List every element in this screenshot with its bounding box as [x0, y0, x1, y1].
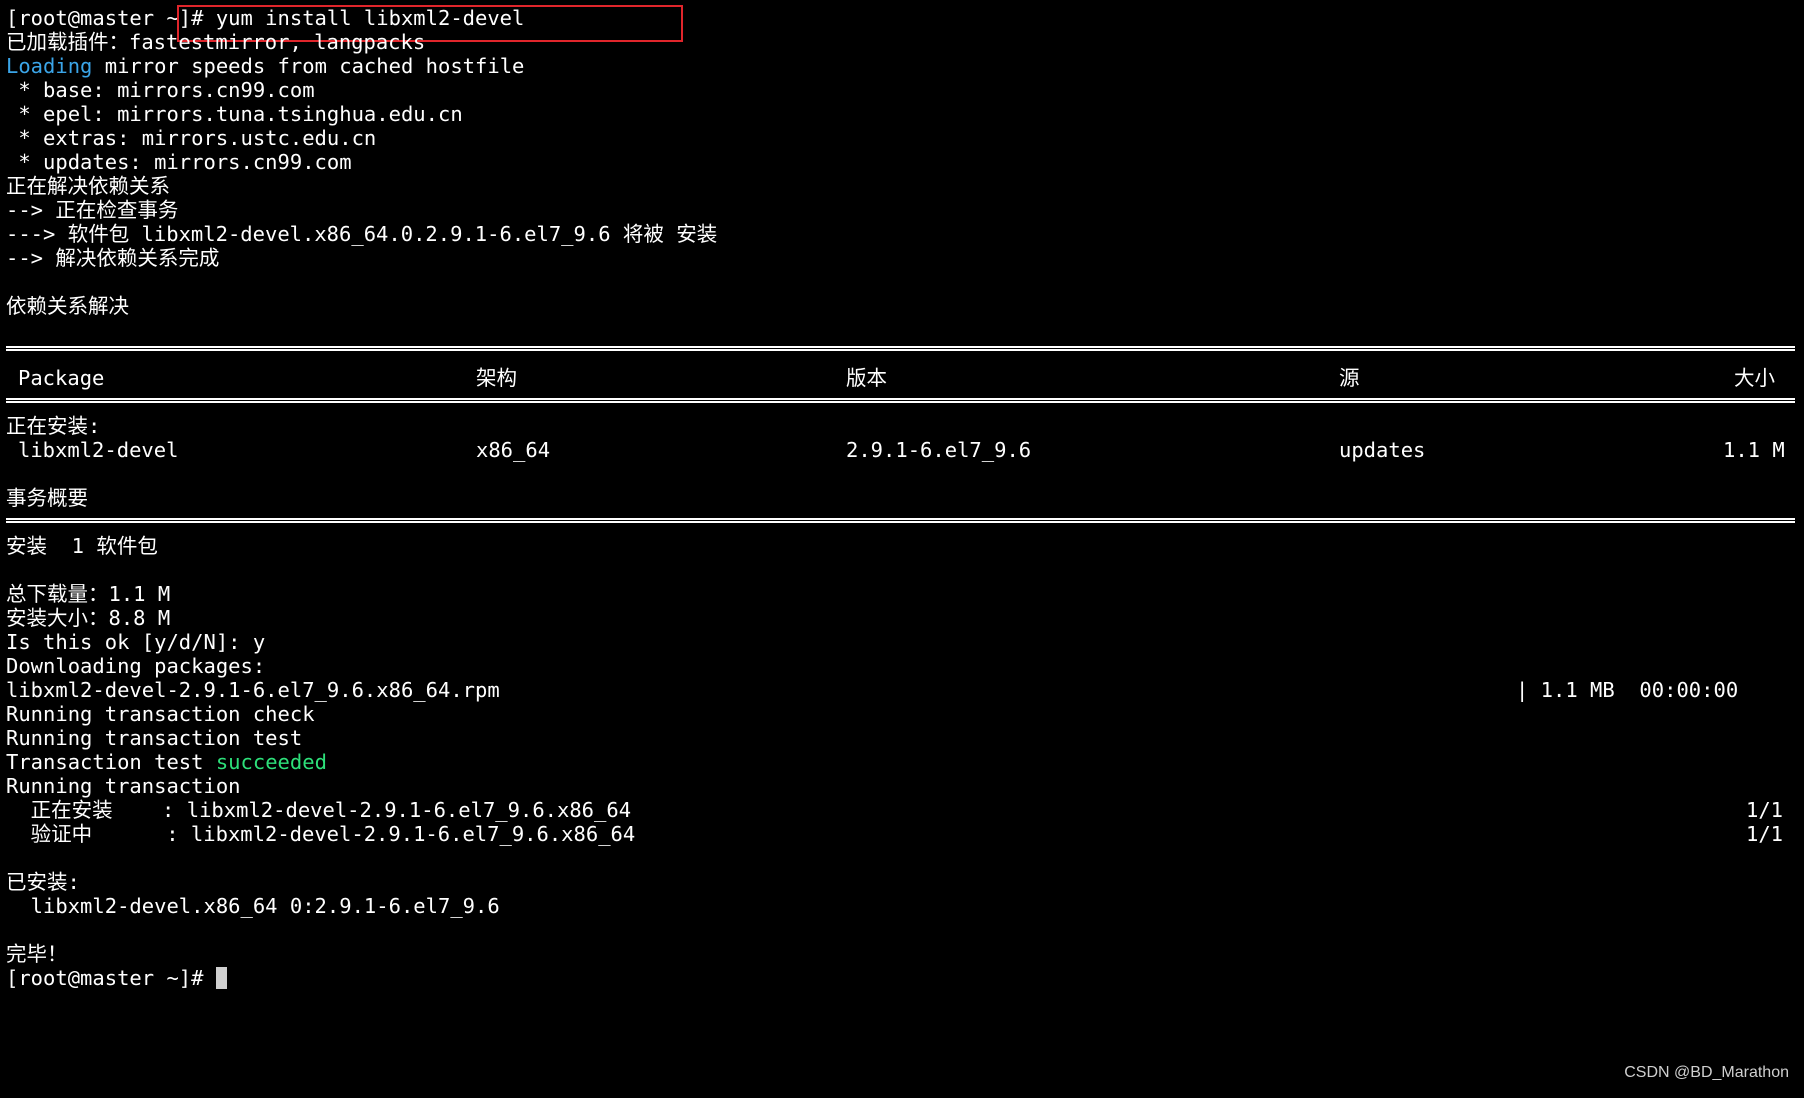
tx-test-result-prefix: Transaction test	[6, 750, 216, 774]
watermark: CSDN @BD_Marathon	[1624, 1064, 1789, 1081]
header-arch: 架构	[476, 366, 517, 390]
row-repo: updates	[1339, 438, 1426, 462]
row-size: 1.1 M	[1723, 438, 1785, 462]
tx-running-line: Running transaction	[6, 774, 241, 798]
rpm-stats: | 1.1 MB 00:00:00	[1516, 678, 1739, 702]
summary-label: 事务概要	[6, 486, 88, 510]
mirror-extras: * extras: mirrors.ustc.edu.cn	[6, 126, 377, 150]
resolve-done-line: --> 解决依赖关系完成	[6, 246, 220, 270]
tx-check-line: Running transaction check	[6, 702, 315, 726]
final-prompt-line[interactable]: [root@master ~]#	[6, 966, 227, 990]
header-package: Package	[18, 366, 105, 390]
checking-line: --> 正在检查事务	[6, 198, 179, 222]
row-arch: x86_64	[476, 438, 551, 462]
package-will-install-line: ---> 软件包 libxml2-devel.x86_64.0.2.9.1-6.…	[6, 222, 718, 246]
installed-label: 已安装:	[6, 870, 80, 894]
final-prompt: [root@master ~]#	[6, 966, 216, 990]
loading-word: Loading	[6, 54, 93, 78]
step-verifying: 验证中 : libxml2-devel-2.9.1-6.el7_9.6.x86_…	[6, 822, 636, 846]
mirror-epel: * epel: mirrors.tuna.tsinghua.edu.cn	[6, 102, 463, 126]
step-verifying-count: 1/1	[1746, 822, 1784, 846]
tx-test-line: Running transaction test	[6, 726, 303, 750]
header-version: 版本	[846, 366, 887, 390]
tx-test-succeeded: succeeded	[215, 750, 327, 774]
downloading-line: Downloading packages:	[6, 654, 266, 678]
header-size: 大小	[1734, 366, 1775, 390]
total-download: 总下载量：1.1 M	[6, 582, 171, 606]
installing-label: 正在安装:	[6, 414, 101, 438]
separator-top	[6, 346, 1795, 351]
installed-size: 安装大小：8.8 M	[6, 606, 171, 630]
text-cursor	[215, 967, 227, 989]
row-package: libxml2-devel	[18, 438, 179, 462]
row-version: 2.9.1-6.el7_9.6	[846, 438, 1032, 462]
mirror-base: * base: mirrors.cn99.com	[6, 78, 315, 102]
separator-summary	[6, 518, 1795, 523]
loading-rest: mirror speeds from cached hostfile	[92, 54, 525, 78]
mirror-updates: * updates: mirrors.cn99.com	[6, 150, 352, 174]
confirm-line: Is this ok [y/d/N]: y	[6, 630, 266, 654]
header-repo: 源	[1339, 366, 1360, 390]
plugins-line: 已加载插件：fastestmirror, langpacks	[6, 30, 426, 54]
step-installing: 正在安装 : libxml2-devel-2.9.1-6.el7_9.6.x86…	[6, 798, 632, 822]
tx-test-result-line: Transaction test succeeded	[6, 750, 327, 774]
resolving-line: 正在解决依赖关系	[6, 174, 170, 198]
install-count: 安装 1 软件包	[6, 534, 158, 558]
rpm-file-line: libxml2-devel-2.9.1-6.el7_9.6.x86_64.rpm	[6, 678, 500, 702]
installed-package: libxml2-devel.x86_64 0:2.9.1-6.el7_9.6	[6, 894, 500, 918]
step-installing-count: 1/1	[1746, 798, 1784, 822]
terminal-window[interactable]: [root@master ~]# yum install libxml2-dev…	[0, 0, 1804, 1098]
loading-line: Loading mirror speeds from cached hostfi…	[6, 54, 524, 78]
complete-line: 完毕！	[6, 942, 68, 966]
deps-resolved-line: 依赖关系解决	[6, 294, 129, 318]
separator-header	[6, 398, 1795, 403]
